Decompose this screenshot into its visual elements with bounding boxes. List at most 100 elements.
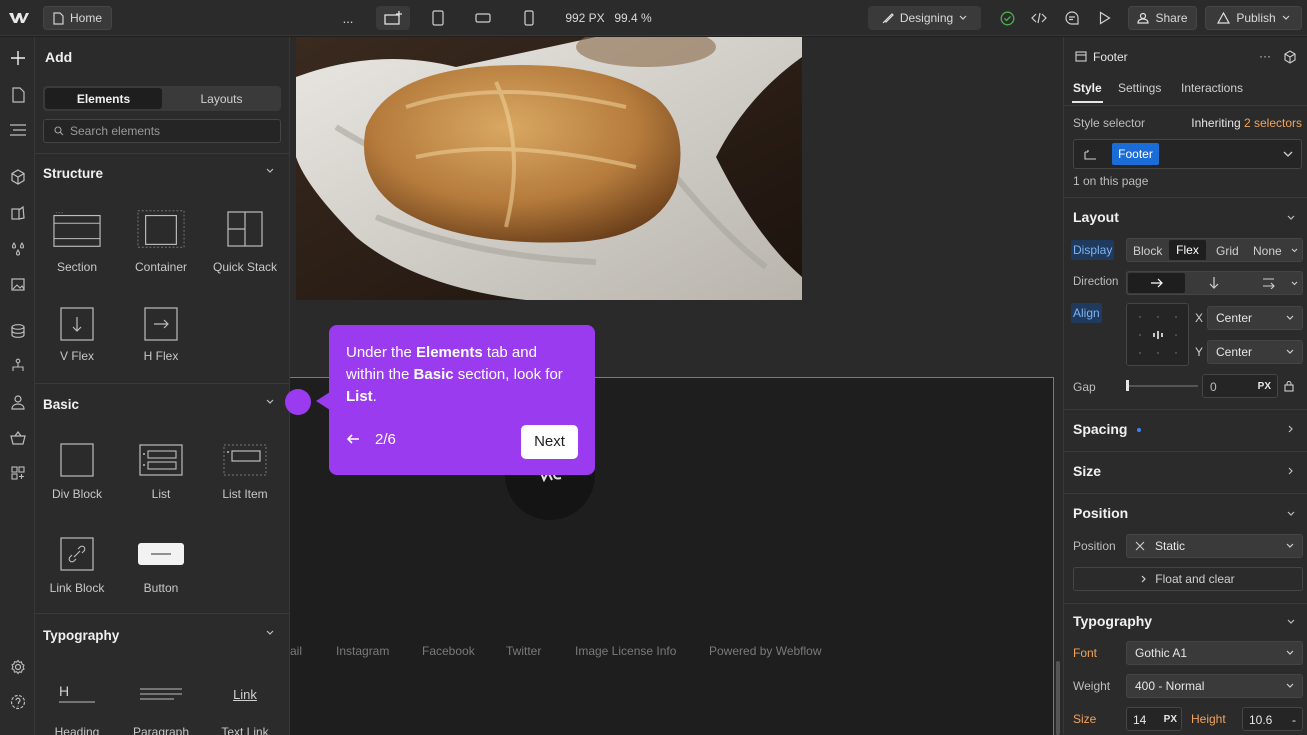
- font-label[interactable]: Font: [1073, 646, 1097, 660]
- gap-input[interactable]: 0 PX: [1202, 374, 1278, 398]
- users-icon[interactable]: [7, 391, 29, 413]
- display-flex[interactable]: Flex: [1169, 240, 1206, 260]
- tab-elements[interactable]: Elements: [45, 88, 162, 109]
- chevron-down-icon[interactable]: [1291, 281, 1298, 286]
- next-button[interactable]: Next: [521, 425, 578, 459]
- logic-icon[interactable]: [7, 355, 29, 377]
- share-button[interactable]: Share: [1128, 6, 1197, 30]
- add-icon[interactable]: [7, 47, 29, 69]
- tab-layouts[interactable]: Layouts: [164, 88, 279, 109]
- cms-icon[interactable]: [7, 320, 29, 342]
- line-height-input[interactable]: 10.6 -: [1242, 707, 1303, 731]
- mode-dropdown[interactable]: Designing: [868, 6, 981, 30]
- align-x-dropdown[interactable]: Center: [1207, 306, 1303, 330]
- align-y-dropdown[interactable]: Center: [1207, 340, 1303, 364]
- chevron-down-icon[interactable]: [1287, 215, 1295, 221]
- navigator-icon[interactable]: [7, 119, 29, 141]
- tab-settings[interactable]: Settings: [1118, 81, 1161, 95]
- size-section-title[interactable]: Size: [1073, 463, 1101, 479]
- element-section[interactable]: Section: [35, 200, 119, 280]
- chevron-right-icon[interactable]: [1288, 467, 1294, 475]
- assets-icon[interactable]: [7, 273, 29, 295]
- font-dropdown[interactable]: Gothic A1: [1126, 641, 1303, 665]
- display-block[interactable]: Block: [1133, 244, 1162, 258]
- position-dropdown[interactable]: Static: [1126, 534, 1303, 558]
- mobile-landscape-icon[interactable]: [472, 6, 494, 30]
- search-elements-field[interactable]: Search elements: [43, 119, 281, 143]
- size-label[interactable]: Size: [1073, 712, 1096, 726]
- webflow-logo-icon[interactable]: [4, 6, 34, 30]
- preview-play-icon[interactable]: [1095, 6, 1115, 30]
- element-div-block[interactable]: Div Block: [35, 431, 119, 511]
- layout-section-title[interactable]: Layout: [1073, 209, 1119, 225]
- footer-link[interactable]: ail: [290, 644, 302, 658]
- align-grid[interactable]: [1126, 303, 1189, 366]
- element-list[interactable]: List: [119, 431, 203, 511]
- footer-link[interactable]: Twitter: [506, 644, 541, 658]
- canvas-scrollbar[interactable]: [1056, 661, 1060, 735]
- tab-style[interactable]: Style: [1073, 81, 1102, 95]
- footer-link[interactable]: Powered by Webflow: [709, 644, 822, 658]
- inheriting-info[interactable]: Inheriting 2 selectors: [1191, 116, 1302, 130]
- publish-button[interactable]: Publish: [1205, 6, 1302, 30]
- help-icon[interactable]: [7, 691, 29, 713]
- float-and-clear-button[interactable]: Float and clear: [1073, 567, 1303, 591]
- tab-interactions[interactable]: Interactions: [1181, 81, 1243, 95]
- ecommerce-icon[interactable]: [7, 427, 29, 449]
- element-text-link[interactable]: Link Text Link: [203, 665, 287, 735]
- components-icon[interactable]: [7, 166, 29, 188]
- footer-link[interactable]: Facebook: [422, 644, 475, 658]
- variables-icon[interactable]: [7, 238, 29, 260]
- font-size-input[interactable]: 14 PX: [1126, 707, 1182, 731]
- display-label[interactable]: Display: [1071, 240, 1115, 260]
- element-link-block[interactable]: Link Block: [35, 525, 119, 605]
- direction-column-icon[interactable]: [1209, 276, 1219, 290]
- selector-chip[interactable]: Footer: [1112, 143, 1159, 165]
- element-container[interactable]: Container: [119, 200, 203, 280]
- display-none[interactable]: None: [1253, 244, 1282, 258]
- more-options-icon[interactable]: ···: [1259, 49, 1271, 63]
- align-label[interactable]: Align: [1071, 303, 1102, 323]
- footer-link[interactable]: Instagram: [336, 644, 389, 658]
- back-arrow-icon[interactable]: [346, 431, 360, 447]
- typography-section-header[interactable]: Typography: [35, 617, 289, 653]
- tablet-breakpoint-icon[interactable]: [428, 6, 448, 30]
- style-selector-field[interactable]: Footer: [1073, 139, 1302, 169]
- style-guide-icon[interactable]: [7, 202, 29, 224]
- bread-image[interactable]: [296, 37, 802, 300]
- code-icon[interactable]: [1029, 6, 1049, 30]
- typography-section-title[interactable]: Typography: [1073, 613, 1152, 629]
- component-icon[interactable]: [1283, 50, 1297, 64]
- chevron-right-icon[interactable]: [1288, 425, 1294, 433]
- structure-section-header[interactable]: Structure: [35, 155, 289, 191]
- home-button[interactable]: Home: [43, 6, 112, 30]
- weight-dropdown[interactable]: 400 - Normal: [1126, 674, 1303, 698]
- basic-section-header[interactable]: Basic: [35, 386, 289, 422]
- desktop-breakpoint-icon[interactable]: [376, 6, 410, 30]
- element-button[interactable]: Button: [119, 525, 203, 605]
- spacing-section-title[interactable]: Spacing: [1073, 421, 1127, 437]
- footer-link[interactable]: Image License Info: [575, 644, 676, 658]
- pages-icon[interactable]: [7, 84, 29, 106]
- comment-icon[interactable]: [1062, 6, 1082, 30]
- apps-icon[interactable]: [7, 462, 29, 484]
- chevron-down-icon[interactable]: [1287, 619, 1295, 625]
- element-paragraph[interactable]: Paragraph: [119, 665, 203, 735]
- gap-slider-handle[interactable]: [1126, 380, 1129, 391]
- display-grid[interactable]: Grid: [1216, 244, 1239, 258]
- direction-wrap-icon[interactable]: [1262, 277, 1276, 289]
- element-list-item[interactable]: List Item: [203, 431, 287, 511]
- line-height-label[interactable]: Height: [1191, 712, 1226, 726]
- element-h-flex[interactable]: H Flex: [119, 295, 203, 375]
- mobile-portrait-icon[interactable]: [520, 6, 538, 30]
- settings-gear-icon[interactable]: [7, 656, 29, 678]
- element-v-flex[interactable]: V Flex: [35, 295, 119, 375]
- position-section-title[interactable]: Position: [1073, 505, 1128, 521]
- element-quick-stack[interactable]: Quick Stack: [203, 200, 287, 280]
- chevron-down-icon[interactable]: [1283, 151, 1293, 158]
- gap-slider-track[interactable]: [1126, 385, 1198, 387]
- direction-row-icon[interactable]: [1128, 273, 1185, 293]
- element-heading[interactable]: H Heading: [35, 665, 119, 735]
- lock-icon[interactable]: [1284, 380, 1294, 392]
- chevron-down-icon[interactable]: [1287, 511, 1295, 517]
